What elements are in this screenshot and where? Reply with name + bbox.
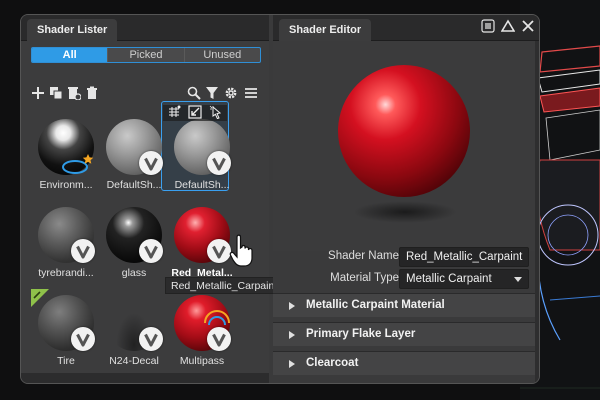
expand-arrow-icon: [289, 331, 295, 339]
shader-label: N24-Decal: [109, 355, 159, 367]
close-icon[interactable]: [521, 19, 535, 33]
tile-hover-toolbar: [163, 105, 227, 121]
filter-all[interactable]: All: [32, 48, 109, 62]
link-badge-icon: [31, 289, 49, 307]
multipass-rings-icon: [204, 310, 230, 326]
delete-unused-icon[interactable]: [67, 86, 81, 100]
v-badge-icon: [139, 239, 163, 263]
editor-scrollbar[interactable]: [535, 41, 539, 383]
lister-toolbar: [31, 86, 263, 102]
filter-icon[interactable]: [205, 86, 219, 100]
duplicate-icon[interactable]: [49, 86, 63, 100]
shader-label: DefaultSh...: [106, 179, 162, 191]
filter-unused[interactable]: Unused: [185, 48, 260, 62]
preview-shadow: [353, 201, 457, 223]
section-title: Metallic Carpaint Material: [306, 299, 445, 311]
expand-arrow-icon: [289, 360, 295, 368]
material-type-select[interactable]: Metallic Carpaint: [399, 269, 529, 289]
shader-name-row: Shader Name Red_Metallic_Carpaint: [273, 247, 535, 267]
filter-picked[interactable]: Picked: [108, 48, 185, 62]
material-type-label: Material Type: [330, 272, 399, 284]
section-primary-flake[interactable]: Primary Flake Layer: [273, 322, 535, 346]
shader-preview: [273, 41, 535, 251]
shader-tile[interactable]: N24-Decal: [99, 289, 169, 375]
add-icon[interactable]: [31, 86, 45, 100]
pick-icon[interactable]: [209, 105, 223, 120]
section-clearcoat[interactable]: Clearcoat: [273, 351, 535, 375]
shader-name-input[interactable]: Red_Metallic_Carpaint: [399, 247, 529, 267]
editor-tabbar: Shader Editor: [273, 15, 539, 41]
tab-shader-editor[interactable]: Shader Editor: [279, 19, 372, 41]
section-title: Primary Flake Layer: [306, 328, 416, 340]
grid-icon[interactable]: [167, 105, 181, 119]
menu-icon[interactable]: [481, 19, 495, 33]
material-type-value: Metallic Carpaint: [406, 273, 492, 285]
shader-tile[interactable]: DefaultSh...: [99, 113, 169, 199]
v-badge-icon: [207, 239, 231, 263]
expand-arrow-icon: [289, 302, 295, 310]
lister-tabbar: Shader Lister: [21, 15, 269, 41]
v-badge-icon: [207, 151, 231, 175]
lister-footer: [21, 373, 269, 383]
hand-cursor-icon: [229, 234, 253, 267]
expand-icon[interactable]: [501, 19, 515, 33]
v-badge-icon: [139, 327, 163, 351]
environment-badge-icon: [62, 154, 94, 174]
shader-label: Environm...: [39, 179, 93, 191]
menu-icon[interactable]: [244, 86, 258, 100]
filter-segmented-control: All Picked Unused: [31, 47, 261, 63]
shader-lister-panel: Shader Lister All Picked Unused Environm…: [21, 15, 284, 383]
shader-tile[interactable]: Multipass: [167, 289, 237, 375]
chevron-down-icon: [514, 277, 522, 282]
v-badge-icon: [71, 327, 95, 351]
shader-window: Shader Lister All Picked Unused Environm…: [20, 14, 540, 384]
shader-tile[interactable]: Tire: [31, 289, 101, 375]
shader-tile[interactable]: tyrebrandi...: [31, 201, 101, 287]
shader-tile-selected[interactable]: Red_Metal...: [167, 201, 237, 287]
shader-tooltip: Red_Metallic_Carpaint: [165, 277, 284, 294]
search-icon[interactable]: [187, 86, 201, 100]
shader-label: tyrebrandi...: [38, 267, 94, 279]
apply-icon[interactable]: [188, 105, 202, 119]
preview-ball: [338, 65, 470, 197]
shader-editor-panel: Shader Editor Shader Name Red_Metallic_C…: [273, 15, 539, 383]
v-badge-icon: [139, 151, 163, 175]
v-badge-icon: [207, 327, 231, 351]
v-badge-icon: [71, 239, 95, 263]
shader-name-label: Shader Name: [328, 250, 399, 262]
shader-tile[interactable]: Environm...: [31, 113, 101, 199]
tab-shader-lister[interactable]: Shader Lister: [27, 19, 118, 41]
section-title: Clearcoat: [306, 357, 359, 369]
shader-tile[interactable]: glass: [99, 201, 169, 287]
window-controls: [481, 19, 535, 33]
material-type-row: Material Type Metallic Carpaint: [273, 269, 535, 289]
shader-label: glass: [121, 267, 147, 279]
gear-icon[interactable]: [224, 86, 238, 100]
shader-label: Multipass: [179, 355, 225, 367]
section-metallic-carpaint[interactable]: Metallic Carpaint Material: [273, 293, 535, 317]
delete-icon[interactable]: [85, 86, 99, 100]
shader-label: Tire: [57, 355, 75, 367]
shader-tile[interactable]: DefaultSh...: [167, 113, 237, 199]
shader-label: DefaultSh...: [174, 179, 230, 191]
